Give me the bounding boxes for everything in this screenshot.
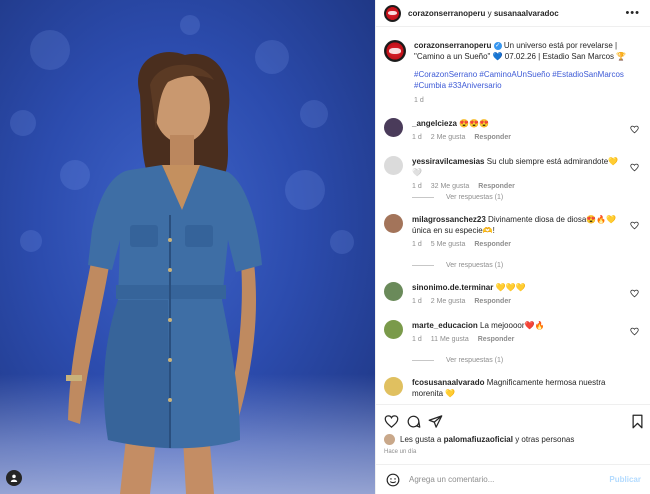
- view-replies-label: Ver respuestas (1): [446, 262, 504, 269]
- commenter-avatar[interactable]: [384, 214, 403, 233]
- add-comment-bar: Publicar: [376, 464, 650, 494]
- verified-badge-icon: ✓: [493, 41, 502, 50]
- view-replies-button[interactable]: Ver respuestas (1): [412, 194, 503, 201]
- commenter-username[interactable]: milagrossanchez23: [412, 215, 486, 224]
- bookmark-icon[interactable]: [630, 414, 645, 429]
- comment-likes[interactable]: 2 Me gusta: [431, 134, 466, 141]
- reply-button[interactable]: Responder: [474, 298, 511, 305]
- collaborator-username[interactable]: susanaalvaradoc: [494, 9, 559, 18]
- comment-heart-icon[interactable]: [630, 163, 639, 172]
- post-timestamp: Hace un día: [384, 449, 417, 455]
- view-replies-button[interactable]: Ver respuestas (1): [412, 262, 503, 269]
- comment-likes[interactable]: 11 Me gusta: [431, 336, 469, 343]
- commenter-username[interactable]: sinonimo.de.terminar: [412, 283, 493, 292]
- reply-button[interactable]: Responder: [478, 336, 515, 343]
- reply-button[interactable]: Responder: [474, 134, 511, 141]
- comment-time: 1 d: [412, 298, 422, 305]
- comment-item: marte_educacion La mejoooor❤️🔥 1 d 11 Me …: [384, 320, 641, 345]
- comment-item: fcosusanaalvarado Magnificamente hermosa…: [384, 377, 641, 399]
- heart-icon[interactable]: [384, 414, 399, 429]
- caption-avatar[interactable]: [384, 40, 406, 62]
- send-icon[interactable]: [428, 414, 443, 429]
- likes-prefix: Les gusta a: [400, 435, 442, 444]
- commenter-avatar[interactable]: [384, 282, 403, 301]
- post-details-panel: corazonserranoperu y susanaalvaradoc •••…: [375, 0, 650, 494]
- comment-text: La mejoooor❤️🔥: [480, 321, 545, 330]
- comment-item: yessiravilcamesias Su club siempre está …: [384, 156, 641, 192]
- commenter-username[interactable]: fcosusanaalvarado: [412, 378, 484, 387]
- liker-avatar[interactable]: [384, 434, 395, 445]
- commenter-avatar[interactable]: [384, 118, 403, 137]
- commenter-username[interactable]: marte_educacion: [412, 321, 478, 330]
- commenter-username[interactable]: yessiravilcamesias: [412, 157, 485, 166]
- view-replies-label: Ver respuestas (1): [446, 357, 504, 364]
- post-caption: corazonserranoperu ✓ Un universo está po…: [376, 27, 650, 131]
- authors-conjunction: y: [487, 8, 492, 18]
- commenter-avatar[interactable]: [384, 377, 403, 396]
- emoji-icon[interactable]: [386, 473, 400, 487]
- more-horizontal-icon[interactable]: •••: [625, 7, 640, 19]
- comment-text: 💛💛💛: [495, 283, 526, 292]
- comment-time: 1 d: [412, 183, 422, 190]
- comment-time: 1 d: [412, 336, 422, 343]
- comment-item: milagrossanchez23 Divinamente diosa de d…: [384, 214, 641, 250]
- likes-suffix[interactable]: y otras personas: [515, 435, 574, 444]
- commenter-username[interactable]: _angelcieza: [412, 119, 457, 128]
- reply-button[interactable]: Responder: [474, 241, 511, 248]
- comment-text: 😍😍😍: [459, 119, 490, 128]
- post-authors: corazonserranoperu y susanaalvaradoc: [408, 9, 625, 18]
- caption-username[interactable]: corazonserranoperu: [414, 41, 491, 50]
- commenter-avatar[interactable]: [384, 156, 403, 175]
- caption-hashtags[interactable]: #CorazonSerrano #CaminoAUnSueño #Estadio…: [414, 69, 640, 91]
- liker-username[interactable]: palomafiuzaoficial: [444, 435, 513, 444]
- post-comment-button[interactable]: Publicar: [609, 475, 641, 484]
- comment-time: 1 d: [412, 134, 422, 141]
- caption-time: 1 d: [414, 97, 424, 104]
- comment-item: _angelcieza 😍😍😍 1 d 2 Me gusta Responder: [384, 118, 641, 143]
- comment-likes[interactable]: 32 Me gusta: [431, 183, 470, 190]
- post-photo[interactable]: [0, 0, 375, 494]
- comment-likes[interactable]: 5 Me gusta: [431, 241, 466, 248]
- comment-input[interactable]: [409, 475, 610, 484]
- comment-heart-icon[interactable]: [630, 289, 639, 298]
- account-avatar[interactable]: [384, 4, 401, 22]
- reply-button[interactable]: Responder: [478, 183, 515, 190]
- comment-likes[interactable]: 2 Me gusta: [431, 298, 466, 305]
- commenter-avatar[interactable]: [384, 320, 403, 339]
- comment-item: sinonimo.de.terminar 💛💛💛 1 d 2 Me gusta Re…: [384, 282, 641, 307]
- comment-icon[interactable]: [406, 414, 421, 429]
- post-header: corazonserranoperu y susanaalvaradoc •••: [376, 0, 650, 27]
- comment-heart-icon[interactable]: [630, 221, 639, 230]
- woman-figure: [66, 51, 262, 494]
- tagged-users-icon[interactable]: [6, 470, 22, 486]
- view-replies-label: Ver respuestas (1): [446, 194, 504, 201]
- comment-time: 1 d: [412, 241, 422, 248]
- likes-summary: Les gusta a palomafiuzaoficial y otras p…: [384, 434, 574, 445]
- view-replies-button[interactable]: Ver respuestas (1): [412, 357, 503, 364]
- comment-heart-icon[interactable]: [630, 125, 639, 134]
- comment-heart-icon[interactable]: [630, 327, 639, 336]
- author-username[interactable]: corazonserranoperu: [408, 9, 485, 18]
